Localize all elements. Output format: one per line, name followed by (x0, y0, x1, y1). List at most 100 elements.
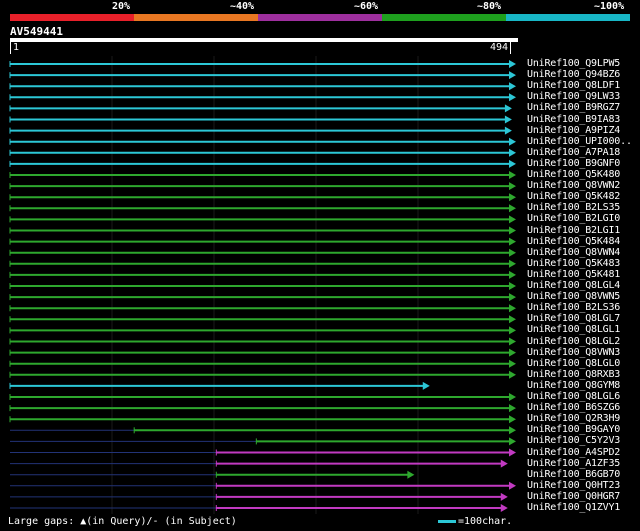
hit-arrow-head[interactable] (509, 226, 516, 235)
hit-label[interactable]: UniRef100_Q8VWN2 (527, 180, 620, 191)
scale-legend-text: =100char. (458, 516, 513, 527)
hit-arrow-head[interactable] (509, 248, 516, 257)
hit-arrow-head[interactable] (422, 381, 430, 390)
hit-label[interactable]: UniRef100_Q5K483 (527, 258, 620, 269)
hit-arrow-head[interactable] (504, 115, 512, 124)
query-scale-start: 1 (10, 42, 19, 54)
hit-arrow-head[interactable] (509, 315, 516, 324)
hit-arrow-head[interactable] (500, 459, 508, 468)
hit-label[interactable]: UniRef100_Q5K482 (527, 191, 620, 202)
legend-label-80: ~80% (477, 1, 502, 12)
hit-arrow-head[interactable] (509, 259, 516, 268)
hit-arrow-head[interactable] (407, 470, 415, 479)
large-gaps-legend: Large gaps: ▲(in Query)/- (in Subject) (8, 516, 237, 527)
hit-label[interactable]: UniRef100_A1ZF35 (527, 458, 620, 469)
hit-label[interactable]: UniRef100_B9GAY0 (527, 424, 620, 435)
hit-label[interactable]: UniRef100_Q8LGL4 (527, 280, 620, 291)
hit-arrow-head[interactable] (504, 104, 512, 113)
hit-label[interactable]: UniRef100_B6GB70 (527, 469, 620, 480)
hit-label[interactable]: UniRef100_B9IA83 (527, 114, 620, 125)
hit-label[interactable]: UniRef100_B2LGI1 (527, 225, 620, 236)
hit-label[interactable]: UniRef100_Q8VWN4 (527, 247, 620, 258)
legend-swatch-purple (258, 14, 382, 21)
hit-label[interactable]: UniRef100_Q1ZVY1 (527, 502, 620, 513)
query-scale-end: 494 (490, 42, 512, 54)
hit-arrow-head[interactable] (509, 182, 516, 191)
hit-label[interactable]: UniRef100_B2LS35 (527, 202, 620, 213)
hit-label[interactable]: UniRef100_B9RGZ7 (527, 102, 620, 113)
hit-label[interactable]: UniRef100_Q9LPW5 (527, 58, 620, 69)
hit-arrow-head[interactable] (509, 148, 516, 157)
hit-arrow-head[interactable] (509, 171, 516, 179)
hit-label[interactable]: UniRef100_Q8RXB3 (527, 369, 620, 380)
hit-label[interactable]: UniRef100_Q8LGL2 (527, 336, 620, 347)
hit-arrow-head[interactable] (509, 326, 516, 335)
hit-arrow-head[interactable] (509, 426, 516, 435)
hit-label[interactable]: UniRef100_A4SPD2 (527, 447, 620, 458)
hit-arrow-head[interactable] (509, 337, 516, 346)
hit-label[interactable]: UniRef100_Q9LW33 (527, 91, 620, 102)
hit-label[interactable]: UniRef100_Q8GYM8 (527, 380, 620, 391)
hit-label[interactable]: UniRef100_B2LS36 (527, 302, 620, 313)
legend-swatch-orange (134, 14, 258, 21)
hit-arrow-head[interactable] (509, 293, 516, 302)
query-id: AV549441 (10, 25, 63, 38)
hit-arrow-head[interactable] (509, 404, 516, 413)
hit-label[interactable]: UniRef100_A7PA18 (527, 147, 620, 158)
hit-arrow-head[interactable] (509, 304, 516, 313)
hit-label[interactable]: UniRef100_Q5K481 (527, 269, 620, 280)
legend-swatch-red (10, 14, 134, 21)
identity-legend-labels: 20% ~40% ~60% ~80% ~100% (0, 0, 640, 14)
hit-arrow-head[interactable] (509, 282, 516, 290)
hit-arrow-head[interactable] (509, 415, 516, 424)
hit-arrow-head[interactable] (509, 159, 516, 168)
hit-arrow-head[interactable] (509, 393, 516, 401)
hit-label[interactable]: UniRef100_B6SZG6 (527, 402, 620, 413)
hit-arrow-head[interactable] (509, 348, 516, 357)
hit-arrow-head[interactable] (509, 193, 516, 202)
hit-arrow-head[interactable] (504, 126, 512, 135)
hit-label[interactable]: UniRef100_Q8VWN3 (527, 347, 620, 358)
hit-label[interactable]: UniRef100_Q94BZ6 (527, 69, 620, 80)
hit-arrow-head[interactable] (500, 492, 508, 501)
legend-label-100: ~100% (594, 1, 625, 12)
hit-arrow-head[interactable] (509, 270, 516, 279)
hit-arrow-head[interactable] (509, 359, 516, 368)
hit-arrow-head[interactable] (509, 448, 516, 457)
hit-arrow-head[interactable] (509, 93, 516, 102)
hit-label[interactable]: UniRef100_Q0HT23 (527, 480, 620, 491)
hit-label[interactable]: UniRef100_Q8LGL6 (527, 391, 620, 402)
hit-arrow-head[interactable] (509, 204, 516, 213)
legend-label-20: 20% (112, 1, 131, 12)
hit-arrow-head[interactable] (509, 215, 516, 224)
hit-label[interactable]: UniRef100_Q0HGR7 (527, 491, 620, 502)
legend-label-40: ~40% (230, 1, 255, 12)
legend-label-60: ~60% (354, 1, 379, 12)
hit-arrow-head[interactable] (509, 237, 516, 246)
hit-label[interactable]: UniRef100_Q2R3H9 (527, 413, 620, 424)
hit-label[interactable]: UniRef100_Q8LGL7 (527, 313, 620, 324)
identity-color-scale (10, 14, 630, 21)
hit-arrow-head[interactable] (509, 481, 516, 490)
query-sequence-bar (10, 38, 518, 42)
hit-arrow-head[interactable] (500, 504, 508, 512)
scale-legend: =100char. (438, 516, 512, 527)
hit-label[interactable]: UniRef100_Q5K480 (527, 169, 620, 180)
hit-arrow-head[interactable] (509, 370, 516, 379)
hit-label[interactable]: UniRef100_B2LGI0 (527, 213, 620, 224)
hit-arrow-head[interactable] (509, 60, 516, 68)
hit-label[interactable]: UniRef100_Q8LGL1 (527, 324, 620, 335)
hit-label[interactable]: UniRef100_C5Y2V3 (527, 435, 620, 446)
hit-arrow-head[interactable] (509, 437, 516, 446)
hit-label[interactable]: UniRef100_Q8VWN5 (527, 291, 620, 302)
hit-arrow-head[interactable] (509, 137, 516, 146)
legend-swatch-cyan (506, 14, 630, 21)
hit-arrow-head[interactable] (509, 71, 516, 80)
hit-label[interactable]: UniRef100_Q5K484 (527, 236, 620, 247)
hit-label[interactable]: UniRef100_B9GNF0 (527, 158, 620, 169)
hit-label[interactable]: UniRef100_UPI000.. (527, 136, 632, 147)
hit-label[interactable]: UniRef100_A9PIZ4 (527, 125, 620, 136)
hit-label[interactable]: UniRef100_Q8LDF1 (527, 80, 620, 91)
hit-arrow-head[interactable] (509, 82, 516, 91)
hit-label[interactable]: UniRef100_Q8LGL0 (527, 358, 620, 369)
